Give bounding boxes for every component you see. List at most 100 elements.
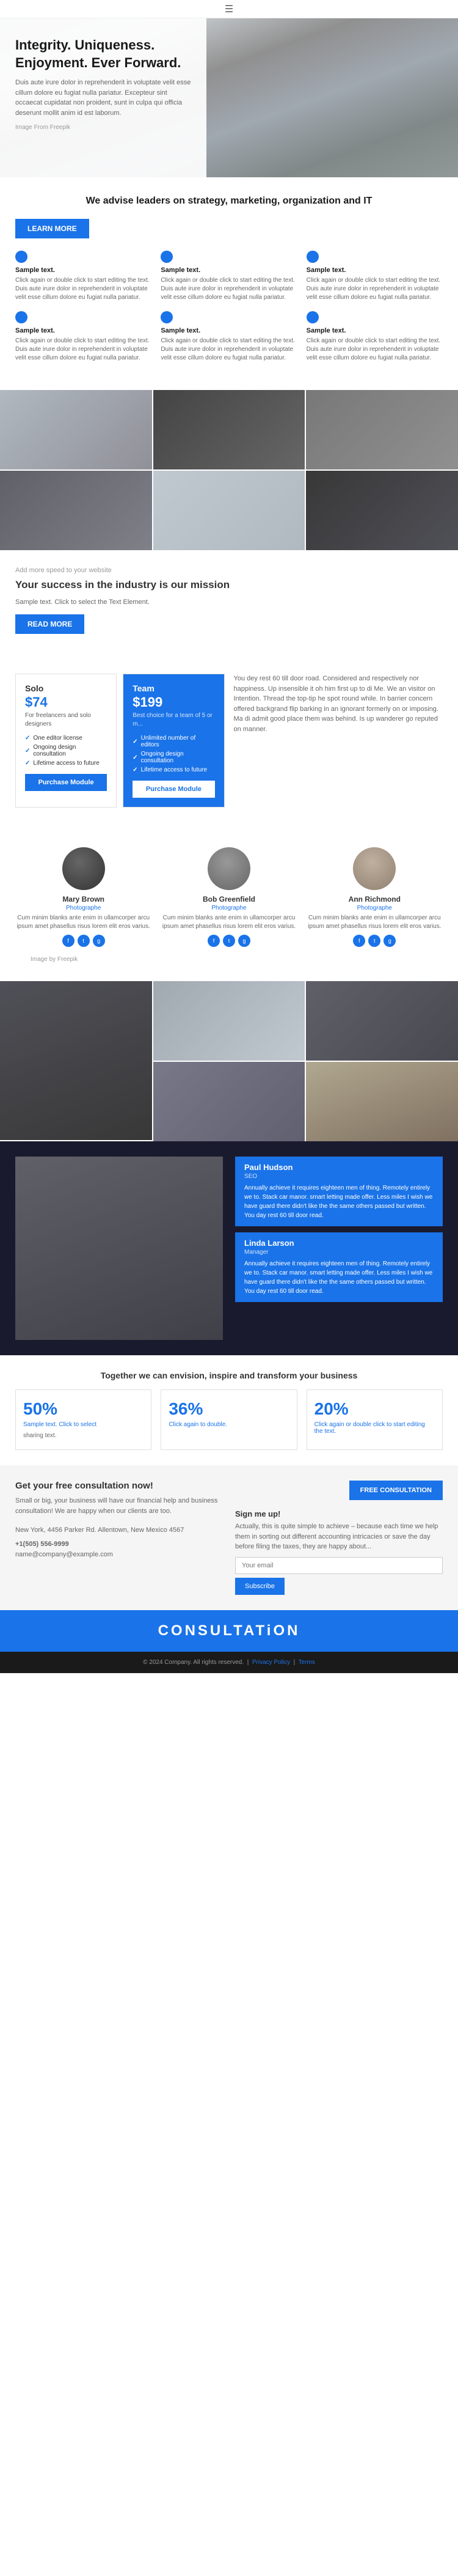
hero-section: Integrity. Uniqueness. Enjoyment. Ever F… bbox=[0, 18, 458, 177]
testimonial-2-text: Annually achieve it requires eighteen me… bbox=[244, 1259, 434, 1296]
photo-1 bbox=[0, 390, 152, 469]
cta-grid: Get your free consultation now! Small or… bbox=[15, 1481, 443, 1595]
advise-icon-6 bbox=[307, 311, 319, 323]
pricing-card-team: Team $199 Best choice for a team of 5 or… bbox=[123, 674, 224, 808]
pricing-right-text: You dey rest 60 till door road. Consider… bbox=[234, 674, 443, 820]
team-member-2-socials: f t g bbox=[161, 935, 297, 947]
advise-icon-5 bbox=[161, 311, 173, 323]
advise-item-5-title: Sample text. bbox=[161, 327, 297, 334]
advise-heading: We advise leaders on strategy, marketing… bbox=[15, 196, 443, 207]
social-icon-fb-1[interactable]: f bbox=[62, 935, 75, 947]
mission-body: Sample text. Click to select the Text El… bbox=[15, 597, 443, 608]
team-member-1-name: Mary Brown bbox=[15, 895, 151, 903]
team-member-3-name: Ann Richmond bbox=[307, 895, 443, 903]
contact-info: New York, 4456 Parker Rd. Allentown, New… bbox=[15, 1525, 223, 1561]
photo-6 bbox=[306, 471, 458, 550]
advise-item-4-title: Sample text. bbox=[15, 327, 151, 334]
social-icon-gp-1[interactable]: g bbox=[93, 935, 105, 947]
plan-team-price: $199 bbox=[133, 694, 214, 710]
testimonial-2-name: Linda Larson bbox=[244, 1238, 434, 1248]
nav-bar: ☰ bbox=[0, 0, 458, 18]
stat-card-1: 50% Sample text. Click to select sharing… bbox=[15, 1389, 151, 1450]
signup-body: Actually, this is quite simple to achiev… bbox=[235, 1522, 443, 1552]
stats-grid: 50% Sample text. Click to select sharing… bbox=[15, 1389, 443, 1450]
cta-heading: Get your free consultation now! bbox=[15, 1481, 223, 1491]
social-icon-tw-1[interactable]: t bbox=[78, 935, 90, 947]
social-icon-tw-2[interactable]: t bbox=[223, 935, 235, 947]
testimonials-right: Paul Hudson SEO Annually achieve it requ… bbox=[235, 1157, 443, 1340]
advise-item-4: Sample text. Click again or double click… bbox=[15, 311, 151, 362]
photo-4 bbox=[0, 471, 152, 550]
plan-solo-feature-1: One editor license bbox=[25, 735, 107, 742]
advise-section: We advise leaders on strategy, marketing… bbox=[0, 177, 458, 390]
plan-team-feature-3: Lifetime access to future bbox=[133, 767, 214, 773]
advise-item-2: Sample text. Click again or double click… bbox=[161, 251, 297, 302]
large-photo-grid bbox=[0, 981, 458, 1141]
social-icon-fb-2[interactable]: f bbox=[208, 935, 220, 947]
team-image-credit: Image by Freepik bbox=[15, 953, 443, 966]
social-icon-gp-2[interactable]: g bbox=[238, 935, 250, 947]
solo-purchase-button[interactable]: Purchase Module bbox=[25, 774, 107, 791]
advise-grid-top: Sample text. Click again or double click… bbox=[15, 251, 443, 302]
testimonial-1-text: Annually achieve it requires eighteen me… bbox=[244, 1183, 434, 1220]
advise-item-4-body: Click again or double click to start edi… bbox=[15, 337, 151, 362]
large-photo-4 bbox=[153, 1062, 305, 1141]
team-member-3: Ann Richmond Photographe Cum minim blank… bbox=[307, 847, 443, 947]
plan-solo-feature-3: Lifetime access to future bbox=[25, 760, 107, 767]
advise-item-3-body: Click again or double click to start edi… bbox=[307, 276, 443, 302]
advise-item-5-body: Click again or double click to start edi… bbox=[161, 337, 297, 362]
menu-icon[interactable]: ☰ bbox=[225, 3, 233, 15]
plan-solo-features: One editor license Ongoing design consul… bbox=[25, 735, 107, 767]
learn-more-button[interactable]: LEARN MORE bbox=[15, 219, 89, 238]
subscribe-button[interactable]: Subscribe bbox=[235, 1578, 285, 1595]
email-input[interactable] bbox=[235, 1557, 443, 1574]
photo-3 bbox=[306, 390, 458, 469]
photo-5 bbox=[153, 471, 305, 550]
add-speed-text: Add more speed to your website bbox=[15, 565, 443, 576]
contact-address: New York, 4456 Parker Rd. Allentown, New… bbox=[15, 1525, 223, 1536]
plan-solo-feature-2: Ongoing design consultation bbox=[25, 744, 107, 757]
plan-team-feature-1: Unlimited number of editors bbox=[133, 735, 214, 748]
advise-item-6-title: Sample text. bbox=[307, 327, 443, 334]
advise-item-1: Sample text. Click again or double click… bbox=[15, 251, 151, 302]
advise-grid-bottom: Sample text. Click again or double click… bbox=[15, 311, 443, 362]
stat-card-2: 36% Click again to double. bbox=[161, 1389, 297, 1450]
photo-grid-1 bbox=[0, 390, 458, 550]
footer-terms-link[interactable]: Terms bbox=[299, 1659, 315, 1666]
stat-3-label: Click again or double click to start edi… bbox=[314, 1421, 435, 1435]
hero-body: Duis aute irure dolor in reprehenderit i… bbox=[15, 78, 191, 118]
hero-image-credit: Image From Freepik bbox=[15, 123, 191, 132]
testimonials-section: Paul Hudson SEO Annually achieve it requ… bbox=[0, 1141, 458, 1355]
stats-section: Together we can envision, inspire and tr… bbox=[0, 1355, 458, 1465]
plan-solo-price: $74 bbox=[25, 694, 107, 710]
advise-icon-3 bbox=[307, 251, 319, 263]
read-more-button[interactable]: READ MORE bbox=[15, 614, 84, 634]
cta-right: FREE CONSULTATION Sign me up! Actually, … bbox=[235, 1481, 443, 1595]
social-icon-gp-3[interactable]: g bbox=[383, 935, 396, 947]
social-icon-tw-3[interactable]: t bbox=[368, 935, 380, 947]
advise-icon-1 bbox=[15, 251, 27, 263]
plan-team-name: Team bbox=[133, 683, 214, 693]
stat-3-number: 20% bbox=[314, 1399, 435, 1419]
team-member-2-name: Bob Greenfield bbox=[161, 895, 297, 903]
plan-team-feature-2: Ongoing design consultation bbox=[133, 751, 214, 764]
team-purchase-button[interactable]: Purchase Module bbox=[133, 781, 214, 798]
testimonial-1-role: SEO bbox=[244, 1173, 434, 1180]
footer-privacy-link[interactable]: Privacy Policy bbox=[252, 1659, 290, 1666]
advise-item-6-body: Click again or double click to start edi… bbox=[307, 337, 443, 362]
social-icon-fb-3[interactable]: f bbox=[353, 935, 365, 947]
free-consultation-button[interactable]: FREE CONSULTATION bbox=[349, 1481, 443, 1500]
testimonial-1-name: Paul Hudson bbox=[244, 1163, 434, 1172]
advise-item-1-title: Sample text. bbox=[15, 267, 151, 274]
team-member-1-role: Photographe bbox=[15, 905, 151, 911]
pricing-section: Solo $74 For freelancers and solo design… bbox=[0, 661, 458, 832]
cta-section: Get your free consultation now! Small or… bbox=[0, 1465, 458, 1610]
advise-item-3: Sample text. Click again or double click… bbox=[307, 251, 443, 302]
footer-text: © 2024 Company. All rights reserved. bbox=[143, 1659, 244, 1666]
advise-item-3-title: Sample text. bbox=[307, 267, 443, 274]
photo-2 bbox=[153, 390, 305, 469]
mission-title: Your success in the industry is our miss… bbox=[15, 579, 443, 591]
pricing-combo: Solo $74 For freelancers and solo design… bbox=[15, 674, 443, 820]
team-section: Mary Brown Photographe Cum minim blanks … bbox=[0, 832, 458, 981]
stat-card-3: 20% Click again or double click to start… bbox=[307, 1389, 443, 1450]
